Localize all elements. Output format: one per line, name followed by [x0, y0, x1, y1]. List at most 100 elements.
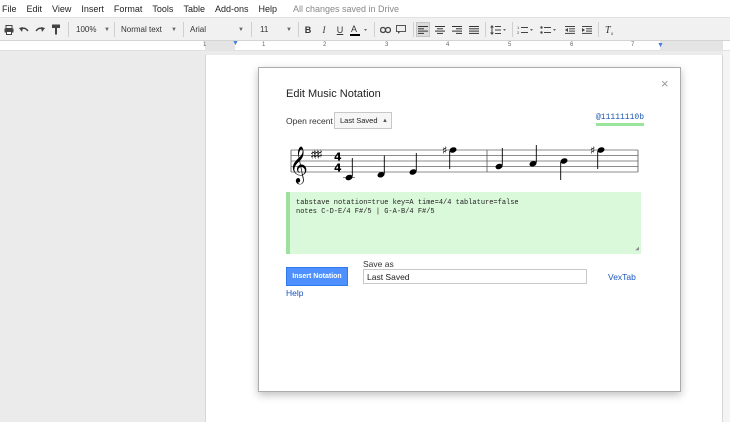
toolbar-separator	[374, 22, 375, 37]
font-value: Arial	[190, 25, 207, 34]
help-link[interactable]: Help	[286, 288, 303, 298]
scrollbar[interactable]	[723, 51, 730, 422]
underline-icon[interactable]: U	[333, 22, 347, 37]
menu-add-ons[interactable]: Add-ons	[215, 4, 249, 14]
numbered-list-icon[interactable]: 12	[516, 22, 536, 37]
menu-help[interactable]: Help	[258, 4, 277, 14]
note-a4	[529, 145, 537, 167]
ruler-margin-right	[660, 41, 723, 51]
time-signature-bottom: 4	[334, 162, 342, 175]
svg-text:x: x	[610, 32, 614, 35]
menu-bar: File Edit View Insert Format Tools Table…	[0, 0, 730, 17]
indent-marker-icon[interactable]: ▼	[232, 40, 239, 47]
zoom-dropdown[interactable]: 100% ▼	[73, 22, 113, 37]
chevron-down-icon: ▼	[171, 26, 177, 33]
vextab-code-editor[interactable]: tabstave notation=true key=A time=4/4 ta…	[286, 192, 641, 254]
ruler-number: 2	[323, 42, 327, 48]
close-icon[interactable]: ×	[661, 76, 669, 91]
justify-icon[interactable]	[467, 22, 481, 37]
clear-formatting-icon[interactable]: Tx	[604, 22, 618, 37]
toolbar-separator	[512, 22, 513, 37]
bold-icon[interactable]: B	[301, 22, 315, 37]
treble-clef-icon: 𝄞	[289, 145, 308, 184]
note-f-sharp-5: ♯	[590, 144, 605, 169]
paint-format-icon[interactable]	[49, 22, 63, 37]
zoom-value: 100%	[76, 25, 97, 34]
edit-music-notation-dialog: × Edit Music Notation Open recent Last S…	[258, 67, 681, 392]
comment-icon[interactable]	[394, 22, 408, 37]
svg-text:2: 2	[517, 30, 520, 35]
code-line: tabstave notation=true key=A time=4/4 ta…	[296, 199, 519, 207]
menu-view[interactable]: View	[52, 4, 71, 14]
link-icon[interactable]	[378, 22, 392, 37]
svg-text:A: A	[351, 24, 357, 34]
note-g4	[495, 148, 503, 170]
align-center-icon[interactable]	[433, 22, 447, 37]
toolbar-separator	[114, 22, 115, 37]
insert-notation-button[interactable]: Insert Notation	[286, 267, 348, 286]
italic-icon[interactable]: I	[317, 22, 331, 37]
undo-icon[interactable]	[17, 22, 31, 37]
line-spacing-icon[interactable]	[489, 22, 509, 37]
note-e4	[409, 153, 417, 175]
note-d4	[377, 155, 385, 178]
print-icon[interactable]	[2, 22, 16, 37]
sharp-icon: ♯	[590, 144, 595, 157]
menu-file[interactable]: File	[2, 4, 17, 14]
style-value: Normal text	[121, 25, 162, 34]
chevron-down-icon: ▼	[238, 26, 244, 33]
style-dropdown[interactable]: Normal text ▼	[118, 22, 180, 37]
decrease-indent-icon[interactable]	[563, 22, 577, 37]
font-size-value: 11	[260, 25, 269, 34]
note-c4	[343, 158, 355, 181]
open-recent-select[interactable]: Last Saved ▲	[334, 112, 392, 129]
bulleted-list-icon[interactable]	[539, 22, 559, 37]
menu-tools[interactable]: Tools	[152, 4, 173, 14]
ruler-number: 3	[385, 42, 389, 48]
ruler-number: 5	[508, 42, 512, 48]
save-as-label: Save as	[363, 259, 394, 269]
align-left-icon[interactable]	[416, 22, 430, 37]
toolbar-separator	[68, 22, 69, 37]
chevron-down-icon: ▼	[104, 26, 110, 33]
increase-indent-icon[interactable]	[580, 22, 594, 37]
note-b4	[560, 158, 568, 180]
toolbar-separator	[251, 22, 252, 37]
dialog-title: Edit Music Notation	[286, 88, 381, 100]
menu-insert[interactable]: Insert	[81, 4, 104, 14]
version-label: @11111110b	[596, 113, 645, 126]
chevron-down-icon: ▼	[286, 26, 292, 33]
staff-lines	[291, 149, 638, 173]
code-line: notes C-D-E/4 F#/5 | G-A-B/4 F#/5	[296, 208, 435, 216]
toolbar-separator	[598, 22, 599, 37]
menu-edit[interactable]: Edit	[27, 4, 43, 14]
toolbar-separator	[298, 22, 299, 37]
toolbar-separator	[485, 22, 486, 37]
sharp-icon: ♯	[442, 144, 447, 157]
toolbar-separator	[183, 22, 184, 37]
ruler-number: 1	[262, 42, 266, 48]
menu-table[interactable]: Table	[183, 4, 205, 14]
save-as-input[interactable]	[363, 269, 587, 284]
align-right-icon[interactable]	[450, 22, 464, 37]
toolbar: 100% ▼ Normal text ▼ Arial ▼ 11 ▼ B I U A	[0, 17, 730, 41]
redo-icon[interactable]	[33, 22, 47, 37]
vextab-link[interactable]: VexTab	[608, 272, 636, 282]
right-indent-marker-icon[interactable]: ▼	[657, 42, 664, 49]
resize-grip-icon[interactable]: ◢	[635, 244, 639, 253]
font-dropdown[interactable]: Arial ▼	[187, 22, 247, 37]
open-recent-label: Open recent	[286, 116, 333, 126]
text-color-icon[interactable]: A	[349, 22, 371, 37]
ruler-margin-left	[205, 41, 235, 51]
ruler-number: 7	[631, 42, 635, 48]
toolbar-separator	[413, 22, 414, 37]
open-recent-value: Last Saved	[340, 116, 378, 125]
ruler-number: 4	[446, 42, 450, 48]
menu-format[interactable]: Format	[114, 4, 143, 14]
ruler-number: 6	[570, 42, 574, 48]
font-size-dropdown[interactable]: 11 ▼	[257, 22, 295, 37]
save-status: All changes saved in Drive	[293, 3, 400, 14]
music-staff: 𝄞 ♯♯♯ 4 4 ♯ ♯	[289, 144, 639, 184]
note-f-sharp-5: ♯	[442, 144, 457, 169]
chevron-updown-icon: ▲	[382, 117, 388, 124]
